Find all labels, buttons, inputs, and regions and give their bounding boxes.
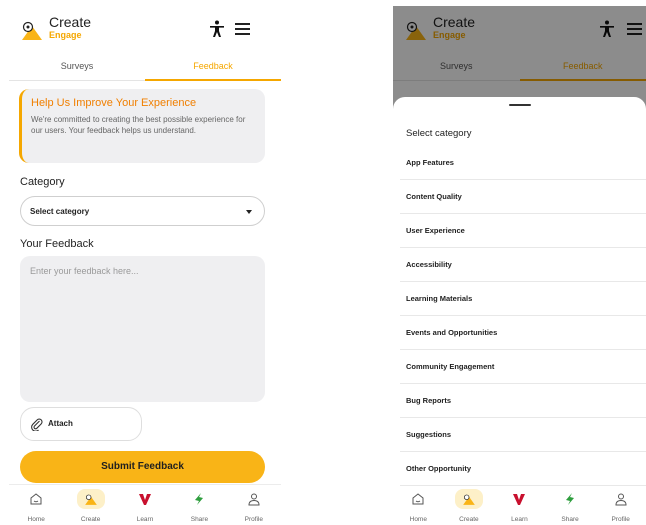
nav-home-label: Home — [409, 516, 427, 523]
brand: Create Engage — [49, 14, 92, 41]
submit-feedback-button[interactable]: Submit Feedback — [20, 451, 265, 483]
nav-profile[interactable]: Profile — [595, 487, 646, 525]
nav-create[interactable]: Create — [444, 487, 495, 525]
category-option[interactable]: Learning Materials — [400, 282, 646, 316]
category-option[interactable]: Events and Opportunities — [400, 316, 646, 350]
nav-home[interactable]: Home — [9, 487, 63, 525]
category-option[interactable]: Other Opportunity — [400, 452, 646, 486]
nav-home-label: Home — [27, 516, 45, 523]
nav-share-label: Share — [561, 516, 579, 523]
nav-profile-label: Profile — [244, 516, 264, 523]
info-title: Help Us Improve Your Experience — [31, 97, 197, 109]
info-card: Help Us Improve Your Experience We're co… — [19, 89, 265, 163]
category-select-value: Select category — [30, 207, 90, 216]
home-icon — [30, 493, 42, 505]
profile-icon — [248, 493, 260, 506]
create-icon — [84, 494, 97, 505]
nav-learn[interactable]: Learn — [118, 487, 172, 525]
paperclip-icon — [31, 418, 43, 431]
category-options: App Features Content Quality User Experi… — [393, 146, 646, 486]
attach-button[interactable]: Attach — [20, 407, 142, 441]
nav-create-label: Create — [459, 516, 479, 523]
nav-create-label: Create — [80, 516, 101, 523]
bottom-nav: Home Create Learn Share Profile — [9, 487, 281, 525]
share-icon — [566, 493, 575, 505]
feedback-screen: Create Engage Surveys Feedback Help Us I… — [9, 6, 281, 525]
share-icon — [195, 493, 204, 505]
category-option[interactable]: Accessibility — [400, 248, 646, 282]
hamburger-menu-icon[interactable] — [235, 23, 250, 35]
category-sheet-screen: Create Engage Surveys Feedback Select ca… — [393, 6, 646, 525]
nav-share-label: Share — [190, 516, 209, 523]
brand-subtitle: Engage — [49, 30, 82, 40]
nav-share[interactable]: Share — [172, 487, 226, 525]
nav-share[interactable]: Share — [545, 487, 596, 525]
create-icon — [463, 494, 475, 505]
category-bottom-sheet: Select category App Features Content Qua… — [393, 97, 646, 487]
category-label: Category — [20, 176, 65, 188]
bottom-nav: Home Create Learn Share Profile — [393, 487, 646, 525]
nav-learn-label: Learn — [511, 516, 528, 523]
caret-down-icon — [246, 210, 252, 214]
nav-home[interactable]: Home — [393, 487, 444, 525]
category-option[interactable]: Community Engagement — [400, 350, 646, 384]
feedback-placeholder: Enter your feedback here... — [30, 266, 139, 276]
tab-feedback[interactable]: Feedback — [145, 53, 281, 81]
divider — [9, 484, 281, 485]
category-option[interactable]: App Features — [400, 146, 646, 180]
category-option[interactable]: Suggestions — [400, 418, 646, 452]
nav-learn-label: Learn — [136, 516, 154, 523]
create-logo-icon — [22, 21, 42, 40]
nav-profile[interactable]: Profile — [227, 487, 281, 525]
attach-label: Attach — [48, 419, 73, 428]
feedback-textarea[interactable]: Enter your feedback here... — [20, 256, 265, 402]
sheet-title: Select category — [406, 128, 472, 139]
category-option[interactable]: User Experience — [400, 214, 646, 248]
app-header: Create Engage — [9, 6, 281, 52]
home-icon — [412, 493, 424, 505]
profile-icon — [615, 493, 627, 506]
nav-learn[interactable]: Learn — [494, 487, 545, 525]
category-select[interactable]: Select category — [20, 196, 265, 226]
tab-surveys[interactable]: Surveys — [9, 53, 145, 80]
accessibility-icon[interactable] — [209, 20, 225, 38]
learn-icon — [513, 494, 526, 505]
nav-create[interactable]: Create — [63, 487, 117, 525]
brand-title: Create — [49, 14, 92, 30]
info-text: We're committed to creating the best pos… — [31, 115, 246, 135]
drag-handle[interactable] — [509, 104, 531, 106]
nav-profile-label: Profile — [611, 516, 630, 523]
learn-icon — [139, 494, 152, 505]
feedback-label: Your Feedback — [20, 238, 94, 250]
category-option[interactable]: Content Quality — [400, 180, 646, 214]
category-option[interactable]: Bug Reports — [400, 384, 646, 418]
tab-bar: Surveys Feedback — [9, 53, 281, 81]
